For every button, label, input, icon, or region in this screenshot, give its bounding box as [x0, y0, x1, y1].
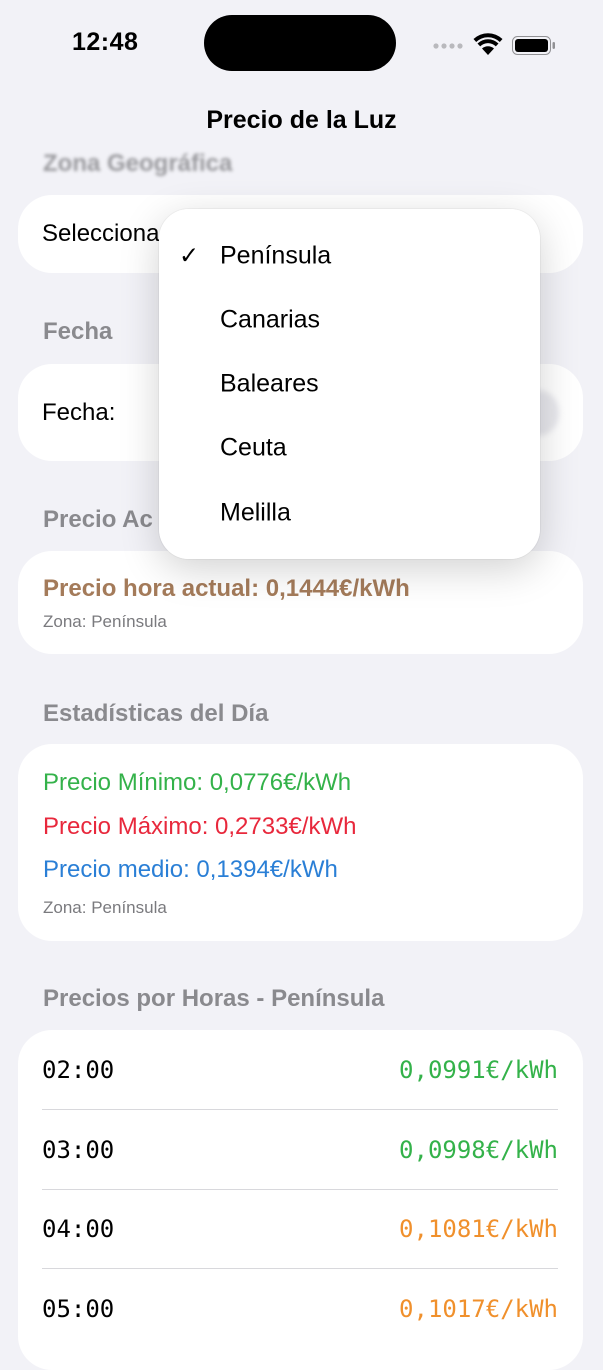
battery-icon [512, 36, 555, 55]
stat-max-price: Precio Máximo: 0,2733€/kWh [43, 813, 357, 840]
menu-item-label: Ceuta [220, 433, 287, 462]
menu-item-peninsula[interactable]: ✓ Península [159, 225, 540, 289]
section-header-zona: Zona Geográfica [43, 150, 233, 177]
menu-item-ceuta[interactable]: Ceuta [159, 417, 540, 481]
cellular-signal-icon [433, 33, 555, 55]
current-price: Precio hora actual: 0,1444€/kWh [43, 575, 410, 602]
stat-avg-price: Precio medio: 0,1394€/kWh [43, 856, 338, 883]
current-zone-note: Zona: Península [43, 612, 167, 631]
stats-zone-note: Zona: Península [43, 898, 167, 917]
table-row: 05:00 0,1017€/kWh [42, 1269, 558, 1348]
menu-item-label: Canarias [220, 305, 321, 334]
hour-label: 03:00 [42, 1136, 115, 1164]
hour-label: 02:00 [42, 1056, 115, 1084]
wifi-icon [473, 33, 503, 55]
checkmark-icon: ✓ [179, 242, 200, 270]
menu-item-label: Península [220, 241, 332, 270]
hour-label: 04:00 [42, 1215, 115, 1243]
status-time: 12:48 [72, 28, 139, 56]
menu-item-canarias[interactable]: Canarias [159, 289, 540, 353]
menu-item-melilla[interactable]: Melilla [159, 482, 540, 546]
page-title: Precio de la Luz [206, 106, 397, 134]
stat-min-price: Precio Mínimo: 0,0776€/kWh [43, 769, 352, 796]
hour-price: 0,1081€/kWh [399, 1215, 558, 1243]
menu-item-baleares[interactable]: Baleares [159, 353, 540, 417]
section-header-estadisticas: Estadísticas del Día [43, 700, 269, 727]
zona-select-label: Selecciona [42, 220, 160, 247]
zona-dropdown-menu: ✓ Península Canarias Baleares Ceuta Meli… [159, 209, 540, 559]
hour-price: 0,0998€/kWh [399, 1136, 558, 1164]
section-header-precio-actual: Precio Ac [43, 506, 153, 533]
hour-price: 0,0991€/kWh [399, 1056, 558, 1084]
menu-item-label: Melilla [220, 498, 291, 527]
table-row: 02:00 0,0991€/kWh [42, 1030, 558, 1110]
hour-price: 0,1017€/kWh [399, 1295, 558, 1323]
table-row: 04:00 0,1081€/kWh [42, 1189, 558, 1269]
menu-item-label: Baleares [220, 369, 319, 398]
fecha-label: Fecha: [42, 399, 116, 426]
section-header-fecha: Fecha [43, 318, 113, 345]
dynamic-island [204, 15, 396, 71]
status-icons [432, 30, 556, 60]
section-header-horas: Precios por Horas - Península [43, 985, 385, 1012]
hour-label: 05:00 [42, 1295, 115, 1323]
table-row: 03:00 0,0998€/kWh [42, 1110, 558, 1190]
